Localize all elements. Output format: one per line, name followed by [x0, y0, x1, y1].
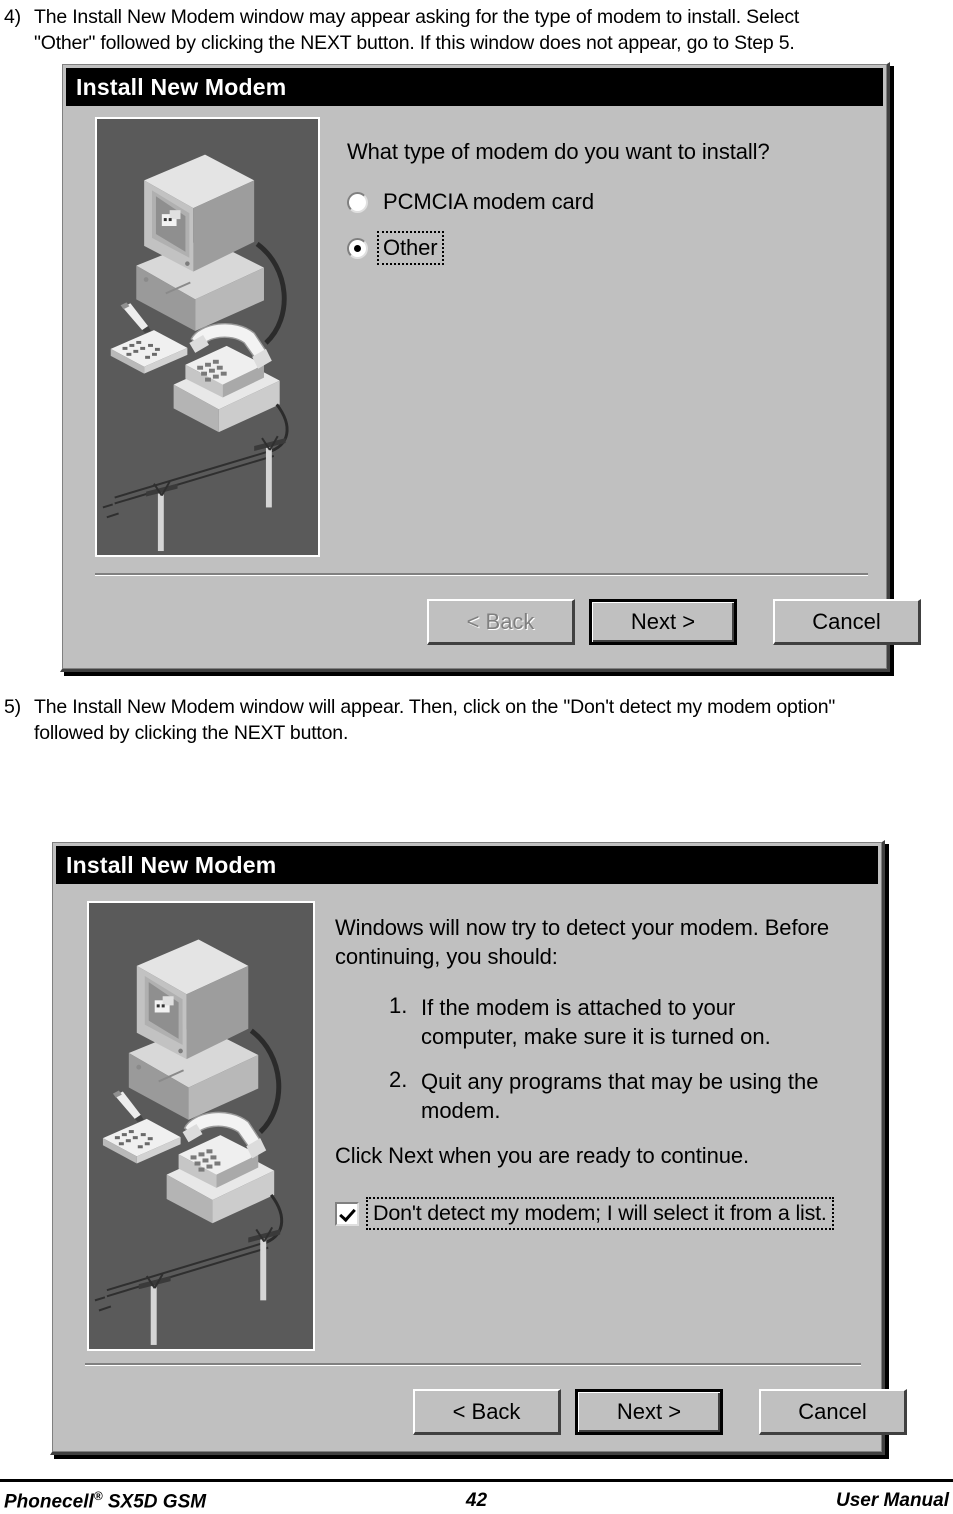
cancel-button[interactable]: Cancel — [773, 599, 921, 645]
list-item-number: 2. — [389, 1067, 408, 1092]
modem-setup-illustration — [95, 117, 320, 557]
step-text: The Install New Modem window may appear … — [34, 4, 940, 56]
next-button[interactable]: Next > — [575, 1389, 723, 1435]
list-item-text: Quit any programs that may be using the … — [421, 1067, 818, 1125]
list-item-line: modem. — [421, 1098, 501, 1123]
step-text-line: The Install New Modem window may appear … — [34, 6, 800, 28]
window-title: Install New Modem — [66, 851, 277, 878]
dialog-body: Windows will now try to detect your mode… — [57, 885, 907, 1447]
next-button[interactable]: Next > — [589, 599, 737, 645]
install-new-modem-dialog-2[interactable]: Install New Modem Windows will now try t… — [50, 840, 907, 1455]
list-item-number: 1. — [389, 993, 408, 1018]
dialog2-button-row: < Back Next > Cancel — [413, 1389, 907, 1435]
step-text-line: followed by clicking the NEXT button. — [34, 722, 349, 744]
footer-page-number: 42 — [465, 1490, 488, 1512]
page-footer: Phonecell® SX5D GSM 42 User Manual — [0, 1489, 953, 1513]
step-text: The Install New Modem window will appear… — [34, 694, 945, 746]
checkbox-icon[interactable] — [335, 1201, 359, 1226]
footer-document-type: User Manual — [836, 1490, 949, 1512]
modem-setup-illustration — [87, 901, 315, 1351]
horizontal-divider — [95, 573, 868, 576]
radio-option-other[interactable]: Other — [347, 231, 868, 265]
radio-option-pcmcia[interactable]: PCMCIA modem card — [347, 188, 868, 216]
instruction-step-4: 4) The Install New Modem window may appe… — [0, 4, 940, 56]
window-title: Install New Modem — [76, 73, 287, 100]
illustration-artwork — [97, 119, 318, 555]
footer-product: Phonecell® SX5D GSM — [0, 1489, 334, 1513]
click-next-text: Click Next when you are ready to continu… — [335, 1143, 750, 1168]
dialog1-content: What type of modem do you want to instal… — [347, 137, 868, 265]
radio-option-label: Other — [377, 231, 444, 265]
footer-product-name: Phonecell — [4, 1491, 94, 1513]
footer-product-model: SX5D GSM — [102, 1491, 207, 1513]
radio-option-label: PCMCIA modem card — [383, 189, 595, 214]
illustration-artwork — [89, 903, 313, 1349]
list-item: 1. If the modem is attached to your comp… — [389, 993, 861, 1051]
dialog1-button-row: < Back Next > Cancel — [427, 599, 921, 645]
list-item-line: computer, make sure it is turned on. — [421, 1024, 771, 1049]
cancel-button[interactable]: Cancel — [759, 1389, 907, 1435]
step-text-line: "Other" followed by clicking the NEXT bu… — [34, 32, 795, 54]
title-bar: Install New Modem — [66, 68, 883, 106]
dialog-body: What type of modem do you want to instal… — [67, 107, 921, 664]
back-button[interactable]: < Back — [427, 599, 575, 645]
instruction-step-5: 5) The Install New Modem window will app… — [0, 694, 945, 746]
dialog-frame: Install New Modem — [52, 842, 907, 1452]
step-number: 4) — [4, 6, 21, 28]
step-number: 5) — [4, 696, 21, 718]
checkbox-label: Don't detect my modem; I will select it … — [366, 1197, 834, 1230]
list-item-text: If the modem is attached to your compute… — [421, 993, 771, 1051]
registered-trademark-icon: ® — [93, 1489, 103, 1503]
install-new-modem-dialog-1[interactable]: Install New Modem What type of modem do … — [60, 62, 921, 672]
intro-line: continuing, you should: — [335, 944, 558, 969]
dialog2-content: Windows will now try to detect your mode… — [335, 913, 861, 1230]
dont-detect-modem-checkbox-row[interactable]: Don't detect my modem; I will select it … — [335, 1197, 861, 1230]
step-text-line: The Install New Modem window will appear… — [34, 696, 836, 718]
list-item-line: Quit any programs that may be using the — [421, 1069, 819, 1094]
footer-divider — [0, 1479, 953, 1482]
back-button[interactable]: < Back — [413, 1389, 561, 1435]
modem-type-question: What type of modem do you want to instal… — [347, 139, 770, 164]
intro-line: Windows will now try to detect your mode… — [335, 915, 829, 940]
list-item: 2. Quit any programs that may be using t… — [389, 1067, 861, 1125]
button-spacer — [751, 599, 773, 645]
preparation-list: 1. If the modem is attached to your comp… — [389, 993, 861, 1125]
detect-intro-text: Windows will now try to detect your mode… — [335, 913, 861, 971]
horizontal-divider — [85, 1363, 861, 1366]
button-spacer — [737, 1389, 759, 1435]
radio-button-icon[interactable] — [347, 237, 368, 259]
title-bar: Install New Modem — [56, 846, 878, 884]
dialog-frame: Install New Modem — [62, 64, 921, 669]
list-item-line: If the modem is attached to your — [421, 995, 736, 1020]
radio-button-icon[interactable] — [347, 191, 368, 213]
